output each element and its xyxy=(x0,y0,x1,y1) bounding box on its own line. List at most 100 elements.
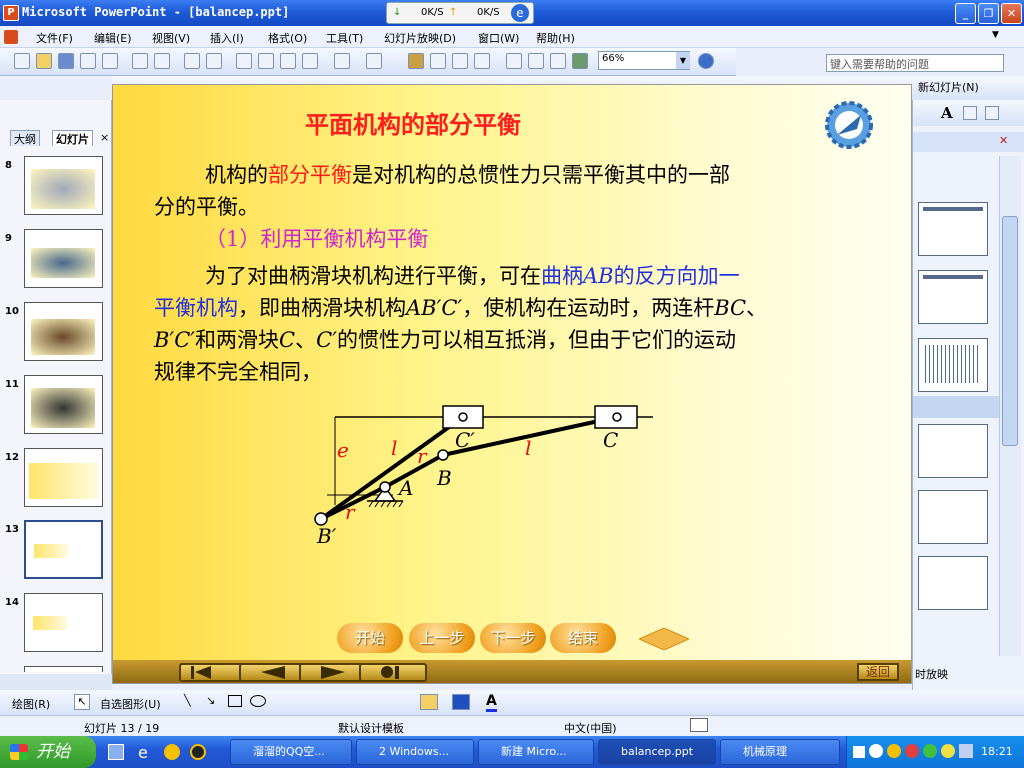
slide-thumbnail[interactable] xyxy=(24,448,103,507)
fill-color-icon[interactable] xyxy=(420,694,438,710)
taskbar-windows-explorer[interactable]: 2 Windows... xyxy=(356,739,474,765)
network-tray-icon[interactable] xyxy=(923,744,937,758)
slide-thumbnail[interactable] xyxy=(24,229,103,288)
taskbar-new-word[interactable]: 新建 Micro... xyxy=(478,739,594,765)
security-tray-icon[interactable] xyxy=(905,744,919,758)
powerpoint-app-icon[interactable]: P xyxy=(3,5,19,21)
slide-design-icon[interactable] xyxy=(963,106,977,120)
qq-quicklaunch-icon[interactable] xyxy=(190,744,206,760)
help-dropdown-icon[interactable]: ▼ xyxy=(992,30,999,40)
menu-file[interactable]: 文件(F) xyxy=(36,30,73,46)
insert-picture-icon[interactable] xyxy=(474,53,490,69)
taskpane-close-icon[interactable]: ✕ xyxy=(999,134,1008,147)
return-button[interactable]: 返回 xyxy=(857,663,899,681)
clock[interactable]: 18:21 xyxy=(981,745,1013,758)
help-search-input[interactable]: 键入需要帮助的问题 xyxy=(826,54,1004,72)
nav-end-button[interactable]: 结束 xyxy=(550,623,616,653)
maximize-button[interactable]: ❐ xyxy=(978,3,999,24)
copy-icon[interactable] xyxy=(258,53,274,69)
new-icon[interactable] xyxy=(14,53,30,69)
layout-title-four-content[interactable] xyxy=(918,556,988,610)
slide-thumb-row[interactable]: 9 xyxy=(0,229,112,295)
nav-next-button[interactable]: 下一步 xyxy=(480,623,546,653)
layout-two-column-text[interactable] xyxy=(918,270,988,324)
volume-tray-icon[interactable] xyxy=(959,744,973,758)
slide-thumbnail[interactable] xyxy=(24,302,103,361)
zoom-dropdown-icon[interactable]: ▼ xyxy=(676,52,690,69)
oval-icon[interactable] xyxy=(250,695,266,707)
taskpane-slideshow-label[interactable]: 时放映 xyxy=(915,666,948,682)
arrow-icon[interactable]: ↘ xyxy=(206,694,215,707)
format-painter-icon[interactable] xyxy=(302,53,318,69)
draw-menu[interactable]: 绘图(R) xyxy=(12,696,50,712)
qq-tray-icon[interactable] xyxy=(887,744,901,758)
menu-window[interactable]: 窗口(W) xyxy=(478,30,519,46)
layout-icon[interactable] xyxy=(985,106,999,120)
print-preview-icon[interactable] xyxy=(154,53,170,69)
cut-icon[interactable] xyxy=(236,53,252,69)
media-quicklaunch-icon[interactable] xyxy=(164,744,180,760)
menu-tools[interactable]: 工具(T) xyxy=(326,30,363,46)
pause-icon[interactable] xyxy=(359,663,427,682)
paste-icon[interactable] xyxy=(280,53,296,69)
close-panel-icon[interactable]: × xyxy=(100,131,109,144)
help-icon[interactable] xyxy=(698,53,714,69)
document-icon[interactable] xyxy=(4,30,18,44)
undo-icon[interactable] xyxy=(334,53,350,69)
rectangle-icon[interactable] xyxy=(228,695,242,707)
scrollbar-thumb[interactable] xyxy=(1002,216,1018,446)
line-color-icon[interactable] xyxy=(452,694,470,710)
email-icon[interactable] xyxy=(102,53,118,69)
slide-thumbnail[interactable] xyxy=(24,375,103,434)
redo-icon[interactable] xyxy=(366,53,382,69)
taskbar-balancep-ppt[interactable]: balancep.ppt xyxy=(598,739,716,765)
minimize-button[interactable]: _ xyxy=(955,3,976,24)
taskbar-qq-space[interactable]: 溜溜的QQ空... xyxy=(230,739,352,765)
keyboard-icon[interactable] xyxy=(853,746,865,758)
next-slide-icon[interactable] xyxy=(299,663,367,682)
layout-four-content[interactable] xyxy=(918,490,988,544)
slide-thumbnail[interactable] xyxy=(24,593,103,652)
menu-view[interactable]: 视图(V) xyxy=(152,30,190,46)
grid-icon[interactable] xyxy=(550,53,566,69)
nav-start-button[interactable]: 开始 xyxy=(337,623,403,653)
menu-slideshow[interactable]: 幻灯片放映(D) xyxy=(384,30,456,46)
tab-outline[interactable]: 大纲 xyxy=(10,130,40,146)
font-color-icon[interactable]: A xyxy=(941,104,953,122)
insert-chart-icon[interactable] xyxy=(408,53,424,69)
slide-thumb-row[interactable]: 12 xyxy=(0,448,112,514)
color-grayscale-icon[interactable] xyxy=(572,53,588,69)
slide-thumb-row[interactable]: 8 xyxy=(0,156,112,222)
menu-insert[interactable]: 插入(I) xyxy=(210,30,244,46)
layout-title-only[interactable] xyxy=(918,202,988,256)
ie-icon[interactable]: e xyxy=(511,4,529,22)
slide-thumb-row[interactable]: 11 xyxy=(0,375,112,441)
show-desktop-icon[interactable] xyxy=(108,744,124,760)
permission-icon[interactable] xyxy=(80,53,96,69)
line-icon[interactable]: ╲ xyxy=(184,694,191,707)
taskpane-scrollbar[interactable] xyxy=(999,156,1021,656)
show-formatting-icon[interactable] xyxy=(528,53,544,69)
close-button[interactable]: ✕ xyxy=(1001,3,1022,24)
nav-previous-button[interactable]: 上一步 xyxy=(409,623,475,653)
font-color-button-icon[interactable]: A xyxy=(486,693,497,712)
autoshapes-menu[interactable]: 自选图形(U) xyxy=(100,696,161,712)
expand-all-icon[interactable] xyxy=(506,53,522,69)
menu-help[interactable]: 帮助(H) xyxy=(536,30,575,46)
tab-slides[interactable]: 幻灯片 xyxy=(52,130,93,146)
layout-content[interactable] xyxy=(918,424,988,478)
tables-borders-icon[interactable] xyxy=(452,53,468,69)
taskbar-mechanical-principle[interactable]: 机械原理 xyxy=(720,739,840,765)
panel-scrollbar[interactable] xyxy=(0,674,112,690)
layout-text-list[interactable] xyxy=(918,338,988,392)
slide-thumbnail[interactable] xyxy=(24,156,103,215)
select-pointer-icon[interactable]: ↖ xyxy=(74,694,90,710)
spelling-icon[interactable] xyxy=(184,53,200,69)
update-tray-icon[interactable] xyxy=(941,744,955,758)
research-icon[interactable] xyxy=(206,53,222,69)
tray-expand-icon[interactable] xyxy=(869,744,883,758)
slide-thumb-row-selected[interactable]: 13 xyxy=(0,520,112,586)
menu-edit[interactable]: 编辑(E) xyxy=(94,30,132,46)
slide-thumb-row[interactable]: 10 xyxy=(0,302,112,368)
print-icon[interactable] xyxy=(132,53,148,69)
